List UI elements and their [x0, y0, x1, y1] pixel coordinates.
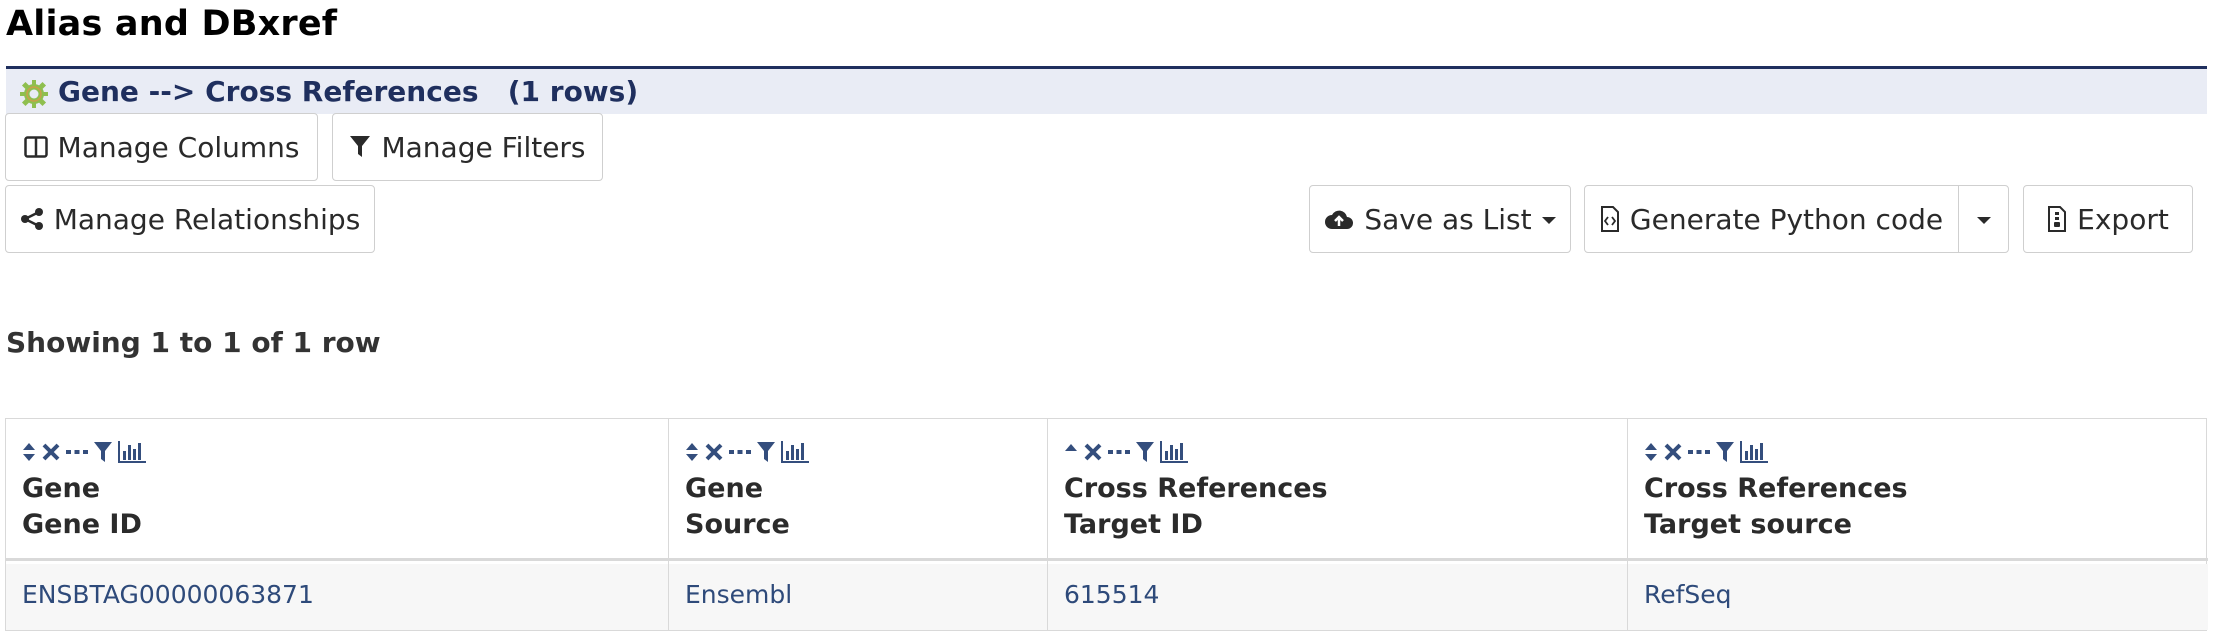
- filter-icon: [350, 136, 371, 157]
- results-header-bar: Gene --> Cross References (1 rows): [6, 66, 2207, 114]
- column-header-class: Gene: [22, 473, 101, 504]
- bar-chart-icon[interactable]: [1160, 441, 1188, 463]
- manage-relationships-button[interactable]: Manage Relationships: [5, 185, 375, 253]
- column-tools: [22, 441, 146, 463]
- summary-icon[interactable]: [1688, 448, 1710, 456]
- export-button[interactable]: Export: [2023, 185, 2193, 253]
- page-title: Alias and DBxref: [6, 4, 338, 44]
- puzzle-gear-icon: [20, 80, 48, 108]
- filter-icon[interactable]: [1136, 442, 1154, 462]
- remove-column-icon[interactable]: [1084, 443, 1102, 461]
- column-header: Gene Gene ID: [6, 419, 668, 561]
- column-header-field: Source: [685, 509, 790, 540]
- save-as-list-label: Save as List: [1364, 202, 1532, 236]
- sort-icon[interactable]: [685, 442, 699, 462]
- column-header-field: Target source: [1644, 509, 1852, 540]
- columns-icon: [23, 136, 48, 158]
- sort-icon[interactable]: [22, 442, 36, 462]
- cell-link[interactable]: ENSBTAG00000063871: [22, 580, 314, 609]
- results-table: Gene Gene ID ENSBTAG00000063871 Gene Sou…: [5, 418, 2208, 631]
- column-header-class: Gene: [685, 473, 764, 504]
- pagination-summary: Showing 1 to 1 of 1 row: [6, 326, 381, 359]
- remove-column-icon[interactable]: [42, 443, 60, 461]
- generate-python-code-label: Generate Python code: [1629, 202, 1944, 236]
- bar-chart-icon[interactable]: [1740, 441, 1768, 463]
- remove-column-icon[interactable]: [705, 443, 723, 461]
- column-header-class: Cross References: [1644, 473, 1908, 504]
- summary-icon[interactable]: [66, 448, 88, 456]
- share-nodes-icon: [20, 208, 43, 230]
- code-file-icon: [1600, 206, 1619, 232]
- column-header: Cross References Target ID: [1048, 419, 1627, 561]
- column-header: Cross References Target source: [1628, 419, 2208, 561]
- remove-column-icon[interactable]: [1664, 443, 1682, 461]
- chevron-down-icon: [1541, 217, 1556, 224]
- column-header-field: Gene ID: [22, 509, 142, 540]
- results-title: Gene --> Cross References (1 rows): [58, 75, 638, 108]
- bar-chart-icon[interactable]: [118, 441, 146, 463]
- table-cell: RefSeq: [1628, 564, 2208, 630]
- column-tools: [1064, 441, 1188, 463]
- table-column: Gene Source Ensembl: [669, 419, 1048, 630]
- column-header-class: Cross References: [1064, 473, 1328, 504]
- generate-python-code-button[interactable]: Generate Python code: [1584, 185, 1959, 253]
- summary-icon[interactable]: [729, 448, 751, 456]
- manage-relationships-label: Manage Relationships: [53, 202, 361, 236]
- cell-link[interactable]: Ensembl: [685, 580, 792, 609]
- table-cell: ENSBTAG00000063871: [6, 564, 668, 630]
- table-column: Cross References Target source RefSeq: [1628, 419, 2208, 630]
- file-export-icon: [2048, 206, 2067, 232]
- manage-columns-label: Manage Columns: [57, 130, 300, 164]
- code-language-dropdown[interactable]: [1958, 185, 2009, 253]
- export-label: Export: [2077, 202, 2169, 236]
- filter-icon[interactable]: [757, 442, 775, 462]
- sort-ascending-icon[interactable]: [1064, 442, 1078, 462]
- manage-filters-label: Manage Filters: [381, 130, 586, 164]
- row-count: (1 rows): [507, 75, 639, 108]
- save-as-list-button[interactable]: Save as List: [1309, 185, 1571, 253]
- filter-icon[interactable]: [1716, 442, 1734, 462]
- cell-link[interactable]: 615514: [1064, 580, 1159, 609]
- table-column: Gene Gene ID ENSBTAG00000063871: [6, 419, 669, 630]
- column-tools: [1644, 441, 1768, 463]
- filter-icon[interactable]: [94, 442, 112, 462]
- table-cell: 615514: [1048, 564, 1627, 630]
- chevron-down-icon: [1976, 217, 1991, 224]
- table-cell: Ensembl: [669, 564, 1047, 630]
- summary-icon[interactable]: [1108, 448, 1130, 456]
- sort-icon[interactable]: [1644, 442, 1658, 462]
- cell-link[interactable]: RefSeq: [1644, 580, 1732, 609]
- manage-filters-button[interactable]: Manage Filters: [332, 113, 603, 181]
- bar-chart-icon[interactable]: [781, 441, 809, 463]
- column-header: Gene Source: [669, 419, 1047, 561]
- column-header-field: Target ID: [1064, 509, 1203, 540]
- table-column: Cross References Target ID 615514: [1048, 419, 1628, 630]
- cloud-upload-icon: [1325, 210, 1354, 229]
- column-tools: [685, 441, 809, 463]
- results-path: Gene --> Cross References: [58, 75, 479, 108]
- manage-columns-button[interactable]: Manage Columns: [5, 113, 318, 181]
